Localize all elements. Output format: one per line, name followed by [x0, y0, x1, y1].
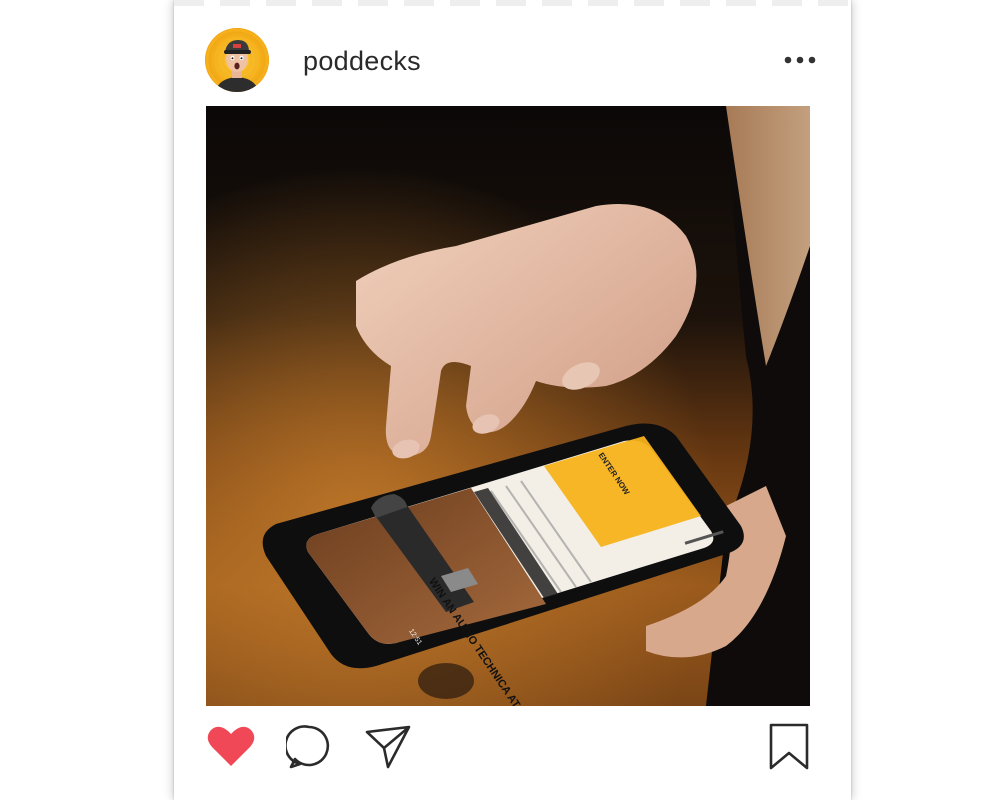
heart-icon[interactable]: [206, 724, 256, 768]
post-header: poddecks: [174, 24, 851, 98]
post-photo: [206, 106, 810, 706]
username[interactable]: poddecks: [303, 46, 421, 77]
avatar[interactable]: [205, 28, 269, 92]
bookmark-icon[interactable]: [768, 722, 810, 772]
post-card: poddecks WIN AN AUDIO ENTER NOW 12:51: [174, 0, 851, 800]
post-image[interactable]: WIN AN AUDIO TECHNICA AT-2040 ENTER NOW …: [206, 106, 810, 706]
comment-icon[interactable]: [284, 724, 332, 770]
more-dots-icon[interactable]: [782, 50, 818, 70]
top-divider: [174, 0, 851, 6]
action-bar: [174, 720, 851, 780]
send-icon[interactable]: [364, 724, 412, 770]
avatar-face-icon: [205, 28, 269, 92]
